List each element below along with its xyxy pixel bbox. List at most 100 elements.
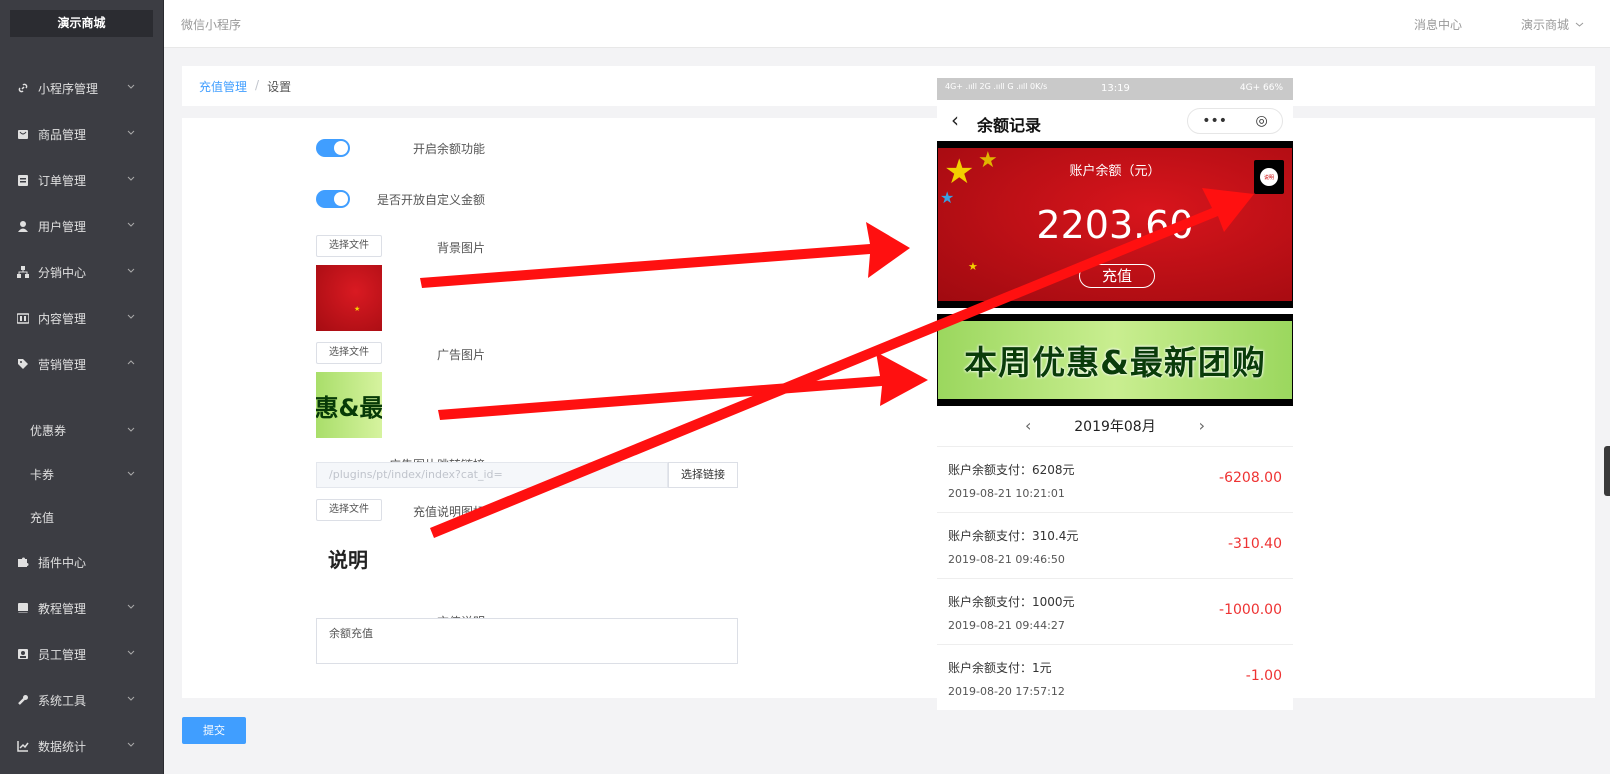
phone-page-title: 余额记录	[977, 116, 1042, 135]
record-date: 2019-08-20 17:57:12	[948, 685, 1065, 698]
sidebar-item-distribution[interactable]: 分销中心	[0, 252, 164, 292]
balance-card: ★ ★ ★ ★ 账户余额（元） 2203.60 充值 说明	[937, 141, 1293, 308]
phone-nav-bar: ‹ 余额记录 ••• ◎	[937, 100, 1293, 140]
sidebar-item-tools[interactable]: 系统工具	[0, 680, 164, 720]
recharge-button[interactable]: 充值	[1079, 264, 1155, 288]
side-scroll-handle[interactable]	[1604, 446, 1610, 496]
sidebar-subitem-card[interactable]: 卡券	[0, 456, 164, 492]
phone-status-bar: 4G+ .ııll 2G .ııll G .ııll 0K/s 13:19 4G…	[937, 78, 1293, 100]
sidebar-item-staff[interactable]: 员工管理	[0, 634, 164, 674]
puzzle-icon	[16, 555, 30, 569]
brand-logo[interactable]: 演示商城	[10, 10, 153, 37]
chevron-down-icon	[127, 650, 135, 655]
ad-image-thumbnail[interactable]: 惠&最	[316, 372, 382, 438]
chevron-down-icon	[127, 427, 135, 432]
wrench-icon	[16, 693, 30, 707]
hierarchy-icon	[16, 265, 30, 279]
ad-image-label: 广告图片	[436, 348, 485, 362]
sidebar-item-label: 商品管理	[38, 127, 87, 142]
chevron-down-icon	[127, 471, 135, 476]
record-date: 2019-08-21 10:21:01	[948, 487, 1065, 500]
star-icon: ★	[968, 260, 978, 273]
explain-badge[interactable]: 说明	[1254, 160, 1284, 194]
status-signal: 4G+ .ııll 2G .ııll G .ııll 0K/s	[945, 82, 1048, 91]
month-label: 2019年08月	[1074, 419, 1156, 435]
chevron-down-icon	[127, 268, 135, 273]
ad-banner[interactable]: 本周优惠&最新团购	[937, 314, 1293, 406]
explain-badge-text: 说明	[1260, 168, 1278, 186]
ad-link-input[interactable]: /plugins/pt/index/index?cat_id=	[316, 462, 668, 488]
sidebar-item-label: 分销中心	[38, 265, 87, 280]
ad-image-choose-file-button[interactable]: 选择文件	[316, 342, 382, 364]
explain-icon-preview[interactable]: 说明	[328, 544, 368, 573]
enable-balance-switch[interactable]	[316, 139, 350, 157]
sidebar-item-tutorials[interactable]: 教程管理	[0, 588, 164, 628]
sidebar-item-label: 订单管理	[38, 173, 87, 188]
status-time: 13:19	[1101, 83, 1130, 94]
message-center-link[interactable]: 消息中心	[1414, 16, 1462, 33]
record-date: 2019-08-21 09:46:50	[948, 553, 1065, 566]
sidebar-item-users[interactable]: 用户管理	[0, 206, 164, 246]
enable-balance-label: 开启余额功能	[412, 142, 485, 156]
next-month-icon[interactable]: ›	[1199, 416, 1205, 435]
sidebar-subitem-coupon[interactable]: 优惠券	[0, 412, 164, 448]
shopping-bag-icon	[16, 127, 30, 141]
sidebar-item-label: 系统工具	[38, 693, 87, 708]
ad-thumb-text: 惠&最	[316, 393, 382, 422]
sidebar-subitem-label: 优惠券	[30, 423, 67, 438]
sidebar-subitem-recharge[interactable]: 充值	[0, 499, 164, 535]
sidebar-item-label: 教程管理	[38, 601, 87, 616]
chevron-down-icon	[127, 176, 135, 181]
balance-amount: 2203.60	[1036, 203, 1194, 247]
record-name: 账户余额支付：1元	[948, 661, 1052, 675]
explain-icon-label: 充值说明图标	[412, 505, 485, 519]
book-icon	[16, 601, 30, 615]
chevron-down-icon	[127, 696, 135, 701]
close-icon[interactable]: ◎	[1256, 113, 1268, 129]
record-row: 账户余额支付：1000元 2019-08-21 09:44:27 -1000.0…	[937, 578, 1293, 644]
sidebar-item-label: 营销管理	[38, 357, 87, 372]
user-menu[interactable]: 演示商城	[1521, 16, 1584, 33]
balance-caption: 账户余额（元）	[1069, 164, 1161, 179]
ad-banner-text: 本周优惠&最新团购	[964, 343, 1266, 382]
record-row: 账户余额支付：6208元 2019-08-21 10:21:01 -6208.0…	[937, 446, 1293, 512]
explain-icon-choose-file-button[interactable]: 选择文件	[316, 499, 382, 521]
record-value: -1.00	[1245, 668, 1282, 684]
sidebar-item-goods[interactable]: 商品管理	[0, 114, 164, 154]
sidebar-item-label: 内容管理	[38, 311, 87, 326]
prev-month-icon[interactable]: ‹	[1025, 416, 1031, 435]
sidebar-item-orders[interactable]: 订单管理	[0, 160, 164, 200]
link-icon	[16, 81, 30, 95]
custom-amount-switch[interactable]	[316, 190, 350, 208]
sidebar-item-label: 员工管理	[38, 647, 87, 662]
chevron-down-icon	[127, 742, 135, 747]
sidebar-item-content[interactable]: 内容管理	[0, 298, 164, 338]
submit-button[interactable]: 提交	[182, 717, 246, 744]
content-icon	[16, 311, 30, 325]
chevron-up-icon	[127, 360, 135, 365]
chevron-down-icon	[127, 604, 135, 609]
more-icon[interactable]: •••	[1202, 113, 1227, 129]
sidebar-item-label: 用户管理	[38, 219, 87, 234]
chevron-down-icon	[127, 84, 135, 89]
breadcrumb: 充值管理 / 设置	[199, 78, 291, 95]
back-icon[interactable]: ‹	[951, 108, 959, 132]
sidebar-item-plugins[interactable]: 插件中心	[0, 542, 164, 582]
record-value: -1000.00	[1219, 602, 1282, 618]
bg-image-choose-file-button[interactable]: 选择文件	[316, 235, 382, 257]
settings-form: 开启余额功能 是否开放自定义金额 背景图片 选择文件 ★ 广告图片 选择文件 惠…	[182, 118, 1595, 698]
explain-textarea[interactable]: 余额充值	[316, 618, 738, 664]
phone-preview: 4G+ .ııll 2G .ııll G .ııll 0K/s 13:19 4G…	[937, 78, 1293, 710]
sidebar-item-miniprogram[interactable]: 小程序管理	[0, 68, 164, 108]
sidebar-item-label: 插件中心	[38, 555, 87, 570]
top-header: 微信小程序 消息中心 演示商城	[164, 0, 1610, 48]
record-row: 账户余额支付：310.4元 2019-08-21 09:46:50 -310.4…	[937, 512, 1293, 578]
breadcrumb-parent[interactable]: 充值管理	[199, 78, 247, 95]
choose-link-button[interactable]: 选择链接	[668, 462, 738, 488]
record-value: -310.40	[1227, 536, 1282, 552]
chevron-down-icon	[127, 222, 135, 227]
sidebar-item-marketing[interactable]: 营销管理	[0, 344, 164, 384]
sidebar-item-statistics[interactable]: 数据统计	[0, 726, 164, 766]
record-name: 账户余额支付：6208元	[948, 463, 1075, 477]
bg-image-thumbnail[interactable]: ★	[316, 265, 382, 331]
